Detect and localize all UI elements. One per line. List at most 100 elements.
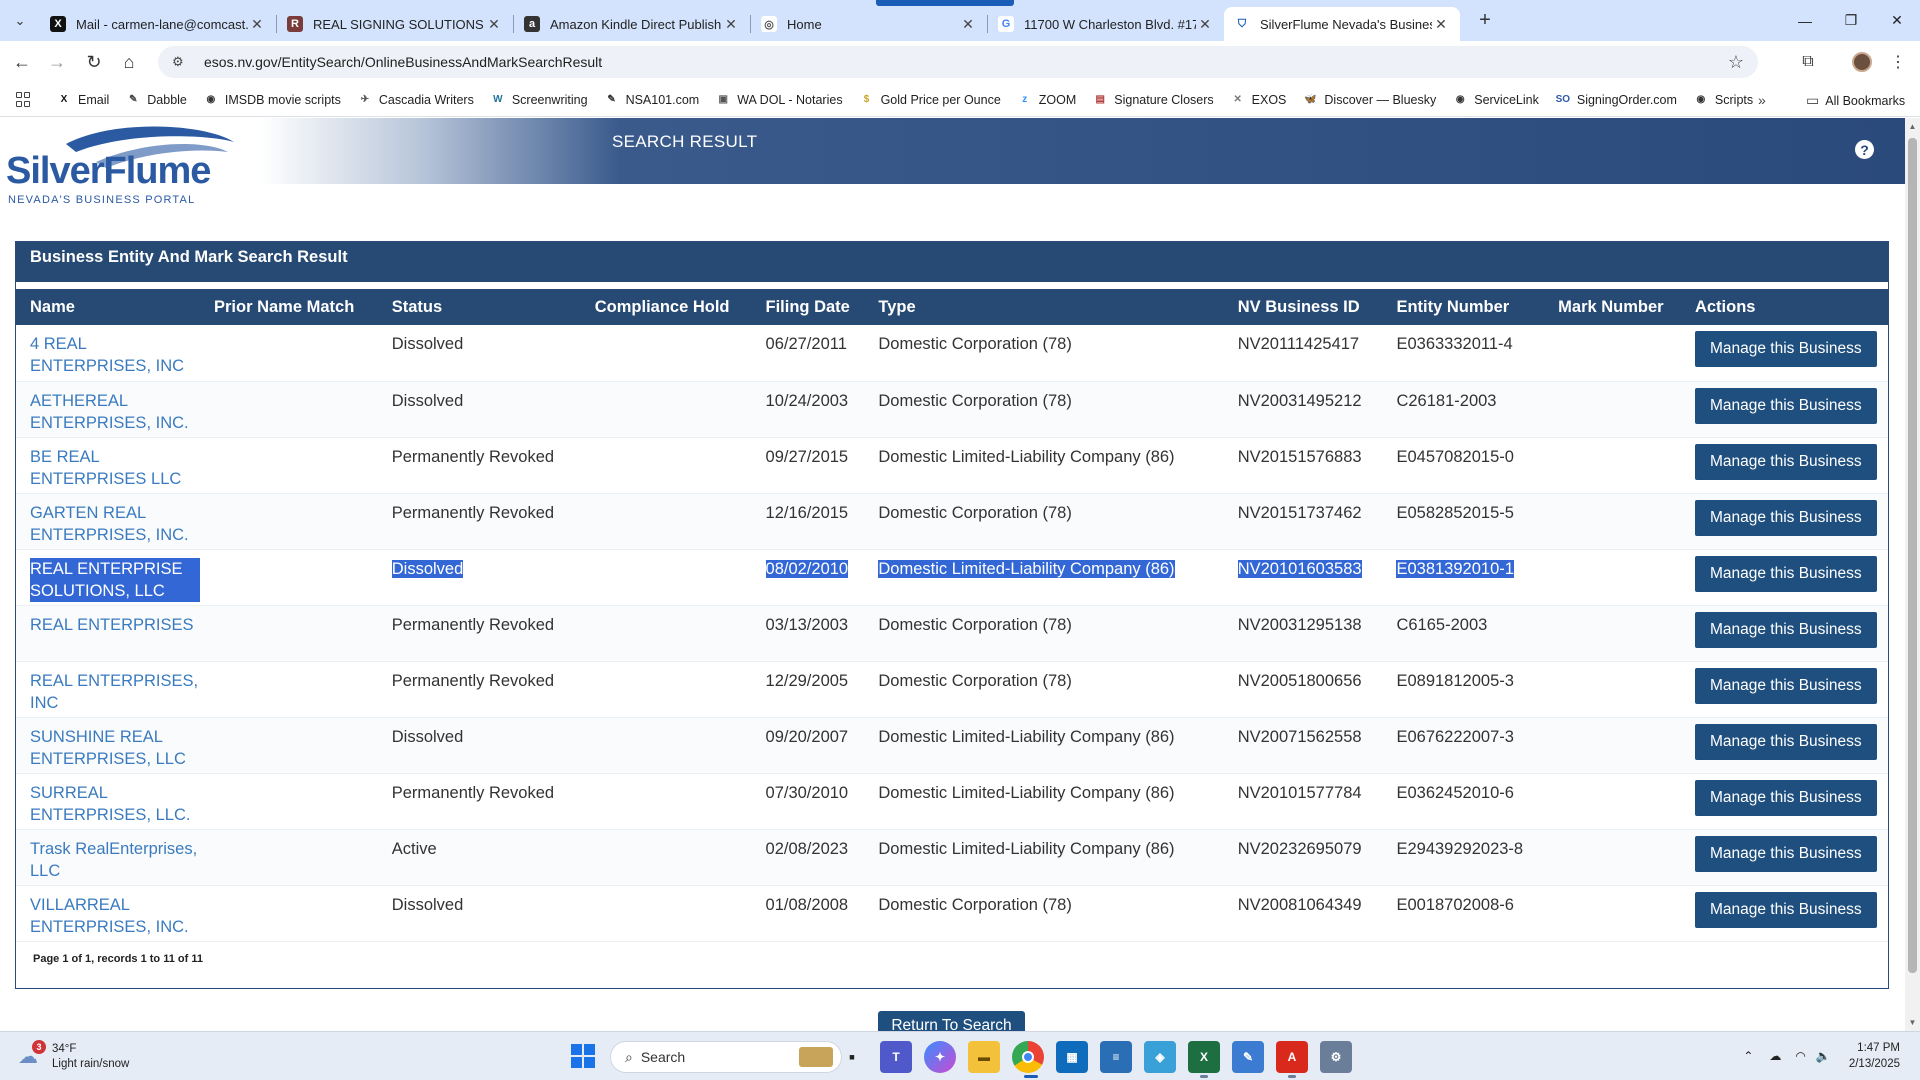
reload-icon[interactable]: ↻ (78, 46, 110, 78)
weather-widget[interactable]: ☁ 3 34°F Light rain/snow (18, 1040, 129, 1072)
tab-close-icon[interactable]: ✕ (959, 16, 977, 33)
cell-name[interactable]: 4 REAL ENTERPRISES, INC (16, 325, 200, 382)
browser-tab-5[interactable]: G 11700 W Charleston Blvd. #170 ✕ (988, 7, 1224, 41)
manage-business-button[interactable]: Manage this Business (1694, 891, 1877, 928)
photos-icon[interactable]: ◈ (1144, 1041, 1176, 1073)
manage-business-button[interactable]: Manage this Business (1694, 611, 1877, 648)
address-bar[interactable]: ⚙ esos.nv.gov/EntitySearch/OnlineBusines… (158, 46, 1758, 78)
wifi-icon[interactable]: ◠ (1795, 1049, 1805, 1063)
bookmark-item[interactable]: ✎ NSA101.com (604, 92, 699, 108)
cell-name[interactable]: VILLARREAL ENTERPRISES, INC. (16, 885, 200, 942)
apps-grid-icon[interactable] (16, 91, 32, 108)
bookmark-item[interactable]: SO SigningOrder.com (1555, 92, 1677, 108)
cell-name[interactable]: SUNSHINE REAL ENTERPRISES, LLC (16, 717, 200, 774)
column-header[interactable]: Type (864, 289, 1224, 325)
volume-icon[interactable]: 🔈 (1816, 1049, 1831, 1063)
cell-name[interactable]: BE REAL ENTERPRISES LLC (16, 437, 200, 494)
manage-business-button[interactable]: Manage this Business (1694, 779, 1877, 816)
column-header[interactable]: Entity Number (1382, 289, 1545, 325)
return-to-search-button[interactable]: Return To Search (878, 1011, 1025, 1031)
tab-close-icon[interactable]: ✕ (248, 16, 266, 33)
column-header[interactable]: Actions (1680, 289, 1888, 325)
manage-business-button[interactable]: Manage this Business (1694, 387, 1877, 424)
paint-icon[interactable]: ✎ (1232, 1041, 1264, 1073)
windows-start-icon[interactable] (571, 1044, 595, 1068)
back-icon[interactable]: ← (6, 46, 38, 78)
bookmark-item[interactable]: ✕ EXOS (1230, 92, 1286, 108)
bookmark-item[interactable]: X Email (56, 92, 110, 108)
system-clock[interactable]: 1:47 PM 2/13/2025 (1849, 1040, 1900, 1072)
file-explorer-icon[interactable]: ▬ (968, 1041, 1000, 1073)
settings-gear-icon[interactable]: ⚙ (1320, 1041, 1352, 1073)
bookmark-item[interactable]: 🦋 Discover — Bluesky (1302, 92, 1436, 108)
column-header[interactable]: Prior Name Match (200, 289, 378, 325)
browser-tab-6[interactable]: ⛉ SilverFlume Nevada's Business P✕ (1224, 7, 1460, 41)
browser-tab-1[interactable]: X Mail - carmen-lane@comcast.n ✕ (40, 7, 276, 41)
business-name-link[interactable]: GARTEN REAL ENTERPRISES, INC. (30, 502, 200, 546)
notepad-icon[interactable]: ≡ (1100, 1041, 1132, 1073)
manage-business-button[interactable]: Manage this Business (1694, 723, 1877, 760)
manage-business-button[interactable]: Manage this Business (1694, 331, 1877, 367)
browser-tab-2[interactable]: R REAL SIGNING SOLUTIONS - Si✕ (277, 7, 513, 41)
business-name-link[interactable]: REAL ENTERPRISES, INC (30, 670, 200, 714)
restore-icon[interactable]: ❐ (1828, 0, 1874, 41)
business-name-link[interactable]: REAL ENTERPRISE SOLUTIONS, LLC (30, 557, 200, 602)
cell-name[interactable]: AETHEREAL ENTERPRISES, INC. (16, 381, 200, 438)
bookmark-item[interactable]: z ZOOM (1017, 92, 1076, 108)
manage-business-button[interactable]: Manage this Business (1694, 667, 1877, 704)
business-name-link[interactable]: SURREAL ENTERPRISES, LLC. (30, 782, 200, 826)
taskbar-search-box[interactable]: ⌕ Search (610, 1041, 842, 1073)
tab-close-icon[interactable]: ✕ (722, 16, 740, 33)
tab-close-icon[interactable]: ✕ (1196, 16, 1214, 33)
bookmark-item[interactable]: ▣ WA DOL - Notaries (715, 92, 842, 108)
task-view-icon[interactable]: ▪ (836, 1041, 868, 1073)
manage-business-button[interactable]: Manage this Business (1694, 835, 1877, 872)
column-header[interactable]: Filing Date (751, 289, 865, 325)
manage-business-button[interactable]: Manage this Business (1694, 555, 1877, 592)
site-info-icon[interactable]: ⚙ (172, 54, 192, 70)
scroll-down-icon[interactable]: ▼ (1908, 1018, 1917, 1027)
cell-name[interactable]: Trask RealEnterprises, LLC (16, 829, 200, 886)
minimize-icon[interactable]: — (1782, 0, 1828, 41)
manage-business-button[interactable]: Manage this Business (1694, 499, 1877, 536)
manage-business-button[interactable]: Manage this Business (1694, 443, 1877, 480)
bookmark-item[interactable]: ✈ Cascadia Writers (357, 92, 474, 108)
tab-search-menu-icon[interactable]: ⌄ (0, 0, 40, 41)
business-name-link[interactable]: VILLARREAL ENTERPRISES, INC. (30, 894, 200, 938)
forward-icon[interactable]: → (41, 46, 73, 78)
scroll-up-icon[interactable]: ▲ (1908, 122, 1917, 131)
bookmark-star-icon[interactable]: ☆ (1728, 52, 1744, 73)
onedrive-cloud-icon[interactable]: ☁ (1769, 1049, 1781, 1063)
close-window-icon[interactable]: ✕ (1874, 0, 1920, 41)
all-bookmarks-folder[interactable]: ▭ All Bookmarks (1806, 92, 1905, 109)
bookmark-item[interactable]: ◉ Scripts (1693, 92, 1754, 108)
business-name-link[interactable]: REAL ENTERPRISES (30, 614, 200, 636)
business-name-link[interactable]: SUNSHINE REAL ENTERPRISES, LLC (30, 726, 200, 770)
tab-close-icon[interactable]: ✕ (485, 16, 503, 33)
tray-overflow-icon[interactable]: ⌃ (1743, 1049, 1753, 1063)
scroll-thumb[interactable] (1908, 138, 1917, 973)
bookmark-item[interactable]: $ Gold Price per Ounce (859, 92, 1001, 108)
chrome-icon[interactable] (1012, 1041, 1044, 1073)
cell-name[interactable]: REAL ENTERPRISES, INC (16, 661, 200, 718)
copilot-icon[interactable]: ✦ (924, 1041, 956, 1073)
outlook-calendar-icon[interactable]: ▦ (1056, 1041, 1088, 1073)
acrobat-icon[interactable]: A (1276, 1041, 1308, 1073)
cell-name[interactable]: REAL ENTERPRISES (16, 605, 200, 662)
extensions-icon[interactable]: ⧉ (1792, 46, 1824, 78)
browser-tab-3[interactable]: a Amazon Kindle Direct Publishin ✕ (514, 7, 750, 41)
home-icon[interactable]: ⌂ (113, 46, 145, 78)
cell-name[interactable]: GARTEN REAL ENTERPRISES, INC. (16, 493, 200, 550)
more-bookmarks-icon[interactable]: » (1758, 92, 1766, 108)
bookmark-item[interactable]: ▤ Signature Closers (1092, 92, 1214, 108)
excel-icon[interactable]: X (1188, 1041, 1220, 1073)
profile-avatar[interactable] (1846, 46, 1878, 78)
teams-icon[interactable]: T (880, 1041, 912, 1073)
tab-close-icon[interactable]: ✕ (1432, 16, 1450, 33)
column-header[interactable]: Status (377, 289, 581, 325)
url-text[interactable]: esos.nv.gov/EntitySearch/OnlineBusinessA… (204, 54, 602, 70)
page-scrollbar[interactable]: ▲ ▼ (1905, 118, 1920, 1031)
browser-tab-4[interactable]: ◎ Home ✕ (751, 7, 987, 41)
bookmark-item[interactable]: W Screenwriting (490, 92, 587, 108)
business-name-link[interactable]: Trask RealEnterprises, LLC (30, 838, 200, 882)
